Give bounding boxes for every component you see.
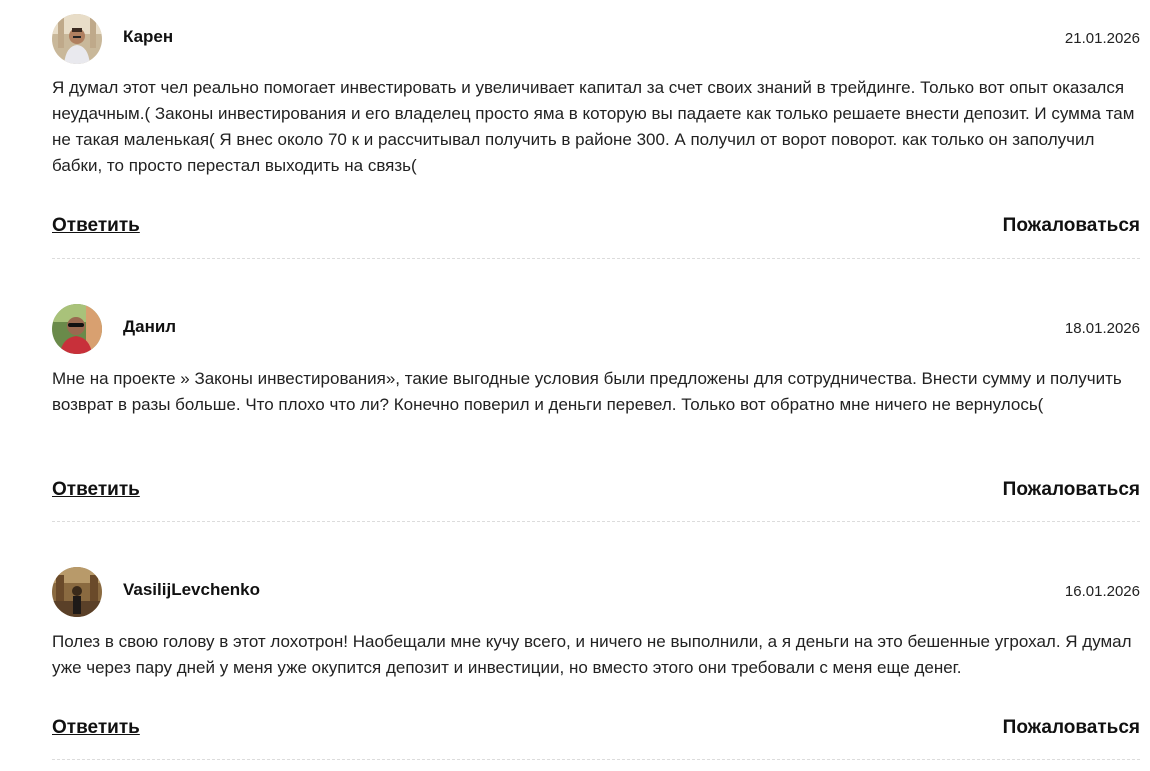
comment-item: Карен 21.01.2026 Я думал этот чел реальн… <box>52 14 1140 179</box>
comment-header: Данил 18.01.2026 <box>52 304 1140 354</box>
report-link[interactable]: Пожаловаться <box>1003 717 1140 739</box>
comment-text: Мне на проекте » Законы инвестирования»,… <box>52 369 1122 414</box>
comment-date: 21.01.2026 <box>1064 30 1140 47</box>
comment-divider <box>52 258 1140 259</box>
comment-author: Данил <box>123 317 177 336</box>
comment-date: 18.01.2026 <box>1064 320 1140 337</box>
comment-divider <box>52 521 1140 522</box>
comment-text: Я думал этот чел реально помогает инвест… <box>52 78 1135 175</box>
reply-link[interactable]: Ответить <box>52 479 140 501</box>
reply-link[interactable]: Ответить <box>52 717 140 739</box>
comment-header: Карен 21.01.2026 <box>52 14 1140 64</box>
report-link[interactable]: Пожаловаться <box>1003 215 1140 237</box>
comment-item: Данил 18.01.2026 Мне на проекте » Законы… <box>52 304 1140 418</box>
report-link[interactable]: Пожаловаться <box>1003 479 1140 501</box>
comment-text: Полез в свою голову в этот лохотрон! Нао… <box>52 632 1132 677</box>
comment-item: VasilijLevchenko 16.01.2026 Полез в свою… <box>52 567 1140 681</box>
reply-link[interactable]: Ответить <box>52 215 140 237</box>
avatar <box>52 567 102 617</box>
comment-actions: Ответить Пожаловаться <box>52 479 1140 503</box>
comment-author: VasilijLevchenko <box>123 580 261 599</box>
avatar <box>52 14 102 64</box>
comment-divider <box>52 759 1140 760</box>
comment-actions: Ответить Пожаловаться <box>52 717 1140 741</box>
comment-date: 16.01.2026 <box>1064 583 1140 600</box>
comment-author: Карен <box>123 27 174 46</box>
avatar <box>52 304 102 354</box>
comment-actions: Ответить Пожаловаться <box>52 215 1140 239</box>
comment-header: VasilijLevchenko 16.01.2026 <box>52 567 1140 617</box>
